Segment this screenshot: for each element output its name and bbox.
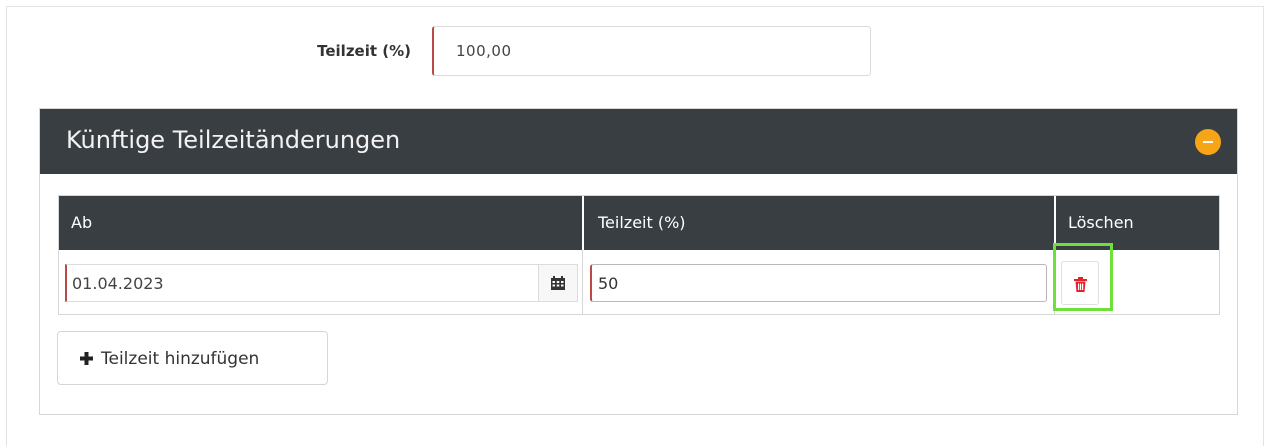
plus-icon xyxy=(80,352,93,365)
add-part-time-button[interactable]: Teilzeit hinzufügen xyxy=(57,331,328,385)
table-cell-part-time xyxy=(582,250,1054,314)
table-cell-from xyxy=(59,250,582,314)
from-date-input[interactable] xyxy=(65,264,539,302)
panel-header: Künftige Teilzeitänderungen xyxy=(40,109,1237,174)
datepicker-button[interactable] xyxy=(539,264,578,302)
column-header-delete: Löschen xyxy=(1055,196,1219,250)
row-part-time-input[interactable] xyxy=(590,264,1047,302)
column-header-part-time: Teilzeit (%) xyxy=(583,196,1054,250)
panel-title: Künftige Teilzeitänderungen xyxy=(66,126,401,154)
calendar-icon xyxy=(551,276,565,290)
column-header-from: Ab xyxy=(59,196,582,250)
part-time-row: Teilzeit (%) xyxy=(0,26,1271,76)
minus-circle-icon[interactable] xyxy=(1195,129,1221,155)
trash-icon xyxy=(1074,277,1087,292)
part-time-changes-table: Ab Teilzeit (%) Löschen xyxy=(58,195,1220,315)
add-part-time-label: Teilzeit hinzufügen xyxy=(101,349,260,369)
part-time-input[interactable] xyxy=(432,26,871,76)
delete-row-button[interactable] xyxy=(1061,261,1099,305)
part-time-label: Teilzeit (%) xyxy=(317,42,411,60)
